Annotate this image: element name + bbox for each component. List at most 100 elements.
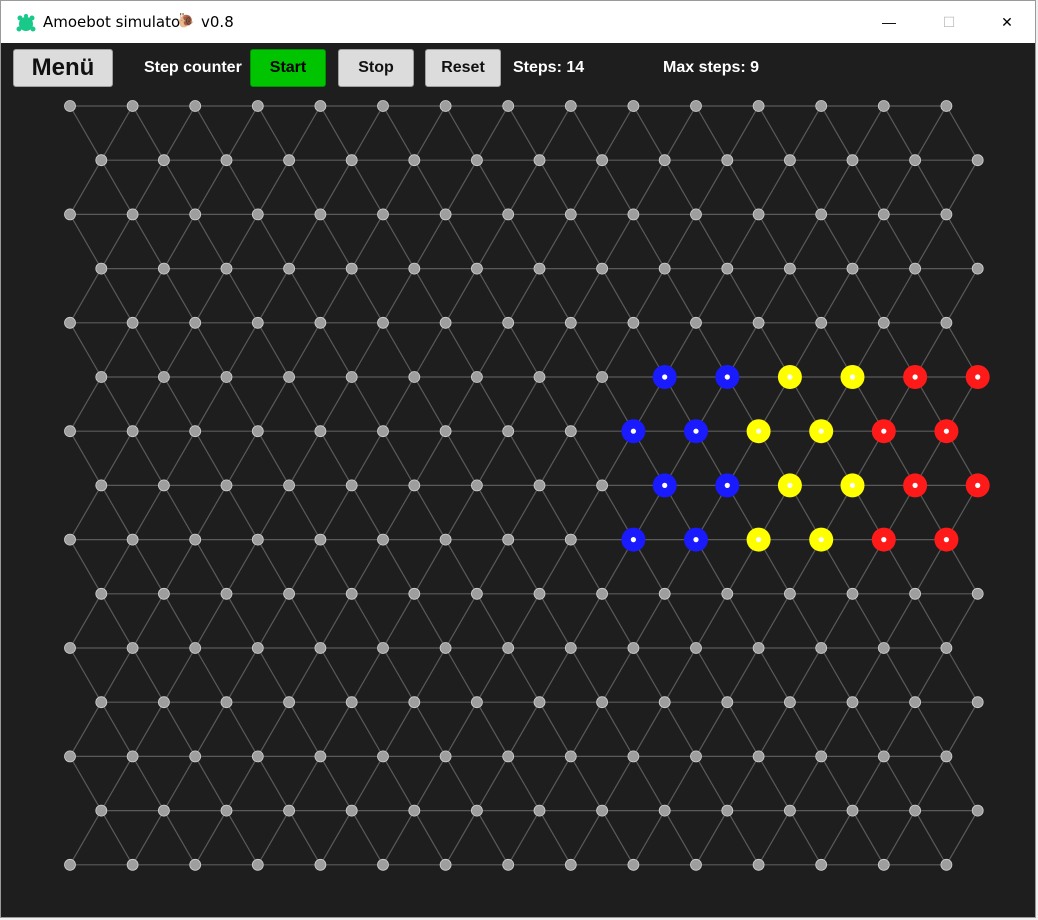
grid-node[interactable] (658, 804, 671, 817)
grid-node[interactable] (596, 371, 608, 383)
grid-node[interactable] (752, 858, 765, 871)
grid-node[interactable] (752, 642, 765, 654)
grid-node[interactable] (377, 750, 389, 763)
grid-node[interactable] (220, 587, 233, 600)
grid-node[interactable] (157, 479, 170, 492)
grid-node[interactable] (439, 208, 452, 221)
grid-node[interactable] (909, 696, 921, 709)
grid-node[interactable] (596, 154, 608, 167)
grid-node[interactable] (408, 371, 421, 383)
grid-node[interactable] (533, 479, 546, 492)
grid-node[interactable] (64, 316, 76, 329)
grid-node[interactable] (189, 425, 202, 438)
grid-node[interactable] (690, 208, 702, 221)
grid-node[interactable] (690, 642, 702, 654)
grid-node[interactable] (596, 804, 608, 817)
grid-node[interactable] (95, 262, 108, 275)
grid-node[interactable] (95, 479, 108, 492)
grid-node[interactable] (189, 533, 202, 546)
grid-node[interactable] (283, 804, 296, 817)
grid-node[interactable] (439, 642, 452, 654)
grid-node[interactable] (596, 587, 608, 600)
grid-node[interactable] (220, 154, 233, 167)
grid-node[interactable] (220, 804, 233, 817)
grid-node[interactable] (157, 262, 170, 275)
grid-node[interactable] (846, 804, 859, 817)
grid-node[interactable] (721, 262, 734, 275)
grid-node[interactable] (345, 479, 358, 492)
grid-node[interactable] (408, 804, 421, 817)
grid-node[interactable] (658, 587, 671, 600)
grid-node[interactable] (95, 587, 108, 600)
grid-node[interactable] (189, 642, 202, 654)
grid-node[interactable] (690, 750, 702, 763)
grid-node[interactable] (345, 587, 358, 600)
grid-node[interactable] (940, 316, 953, 329)
grid-node[interactable] (533, 154, 546, 167)
grid-node[interactable] (439, 750, 452, 763)
grid-node[interactable] (627, 642, 640, 654)
grid-node[interactable] (470, 262, 483, 275)
grid-node[interactable] (846, 696, 859, 709)
grid-node[interactable] (596, 479, 608, 492)
grid-node[interactable] (784, 696, 796, 709)
grid-node[interactable] (314, 425, 327, 438)
grid-node[interactable] (470, 804, 483, 817)
grid-node[interactable] (564, 533, 577, 546)
grid-node[interactable] (377, 100, 389, 112)
grid-node[interactable] (251, 750, 264, 763)
grid-node[interactable] (846, 587, 859, 600)
grid-node[interactable] (408, 696, 421, 709)
grid-node[interactable] (345, 262, 358, 275)
grid-node[interactable] (721, 804, 734, 817)
grid-node[interactable] (95, 696, 108, 709)
grid-node[interactable] (533, 371, 546, 383)
grid-node[interactable] (627, 858, 640, 871)
grid-node[interactable] (971, 262, 984, 275)
grid-node[interactable] (189, 316, 202, 329)
grid-node[interactable] (314, 858, 327, 871)
grid-node[interactable] (314, 100, 327, 112)
grid-node[interactable] (283, 587, 296, 600)
grid-node[interactable] (126, 316, 139, 329)
grid-node[interactable] (377, 208, 389, 221)
grid-node[interactable] (658, 696, 671, 709)
grid-node[interactable] (502, 316, 515, 329)
grid-node[interactable] (658, 154, 671, 167)
grid-node[interactable] (377, 425, 389, 438)
grid-node[interactable] (251, 316, 264, 329)
grid-node[interactable] (940, 208, 953, 221)
grid-node[interactable] (220, 371, 233, 383)
grid-node[interactable] (377, 642, 389, 654)
grid-node[interactable] (721, 587, 734, 600)
grid-node[interactable] (971, 587, 984, 600)
grid-node[interactable] (909, 154, 921, 167)
grid-node[interactable] (470, 154, 483, 167)
grid-node[interactable] (377, 533, 389, 546)
grid-node[interactable] (157, 696, 170, 709)
grid-node[interactable] (564, 642, 577, 654)
grid-node[interactable] (251, 425, 264, 438)
grid-node[interactable] (533, 696, 546, 709)
grid-node[interactable] (690, 858, 702, 871)
grid-node[interactable] (314, 750, 327, 763)
grid-node[interactable] (377, 316, 389, 329)
grid-node[interactable] (877, 642, 890, 654)
grid-node[interactable] (220, 696, 233, 709)
grid-node[interactable] (721, 154, 734, 167)
grid-node[interactable] (251, 642, 264, 654)
grid-node[interactable] (345, 154, 358, 167)
grid-node[interactable] (596, 262, 608, 275)
grid-node[interactable] (470, 696, 483, 709)
grid-node[interactable] (64, 100, 76, 112)
grid-node[interactable] (64, 533, 76, 546)
grid-node[interactable] (815, 642, 828, 654)
grid-node[interactable] (345, 804, 358, 817)
grid-node[interactable] (439, 100, 452, 112)
grid-node[interactable] (784, 587, 796, 600)
grid-node[interactable] (314, 208, 327, 221)
grid-node[interactable] (408, 262, 421, 275)
grid-node[interactable] (251, 533, 264, 546)
grid-node[interactable] (971, 696, 984, 709)
grid-node[interactable] (470, 371, 483, 383)
